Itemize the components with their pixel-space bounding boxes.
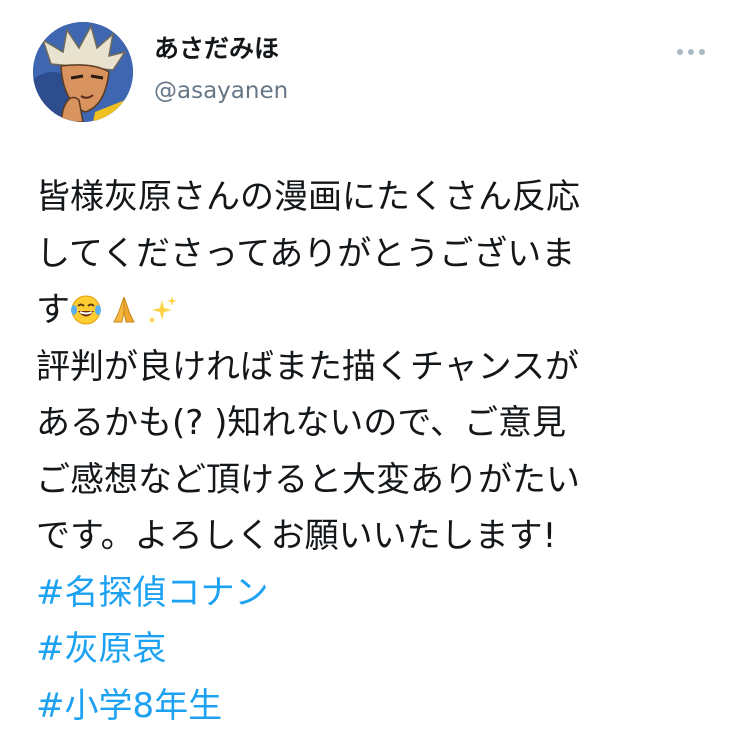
- tweet-line: す: [36, 282, 726, 339]
- tweet-line: ご感想など頂けると大変ありがたい: [36, 459, 580, 500]
- tweet-line: あるかも(? )知れないので、ご意見: [36, 403, 567, 443]
- sparkles-icon: [146, 294, 178, 326]
- hashtag-link[interactable]: #小学8年生: [36, 678, 726, 734]
- emoji-group: [70, 282, 178, 339]
- tweet-line-text: す: [36, 290, 70, 330]
- face-with-tears-of-joy-icon: [70, 294, 102, 326]
- tweet-line: です。よろしくお願いいたします!: [36, 516, 557, 556]
- avatar[interactable]: [33, 22, 133, 122]
- tweet-line: 皆様灰原さんの漫画にたくさん反応: [36, 177, 580, 217]
- tweet-line: 評判が良ければまた描くチャンスが: [36, 346, 579, 387]
- tweet-card: あさだみほ @asayanen 皆様灰原さんの漫画にたくさん反応 してくださって…: [0, 0, 738, 734]
- tweet-text: 皆様灰原さんの漫画にたくさん反応 してくださってありがとうございま す 評判が良…: [36, 169, 726, 734]
- dot-icon: [699, 49, 705, 55]
- avatar-illustration: [33, 22, 133, 122]
- author-handle[interactable]: @asayanen: [154, 80, 288, 103]
- more-options-button[interactable]: [671, 42, 711, 62]
- author-display-name[interactable]: あさだみほ: [154, 36, 279, 61]
- dot-icon: [677, 49, 683, 55]
- dot-icon: [688, 49, 694, 55]
- hashtag-link[interactable]: #名探偵コナン: [36, 565, 726, 622]
- hashtag-link[interactable]: #灰原哀: [36, 621, 726, 678]
- folded-hands-icon: [108, 294, 140, 326]
- tweet-line: してくださってありがとうございま: [36, 233, 576, 274]
